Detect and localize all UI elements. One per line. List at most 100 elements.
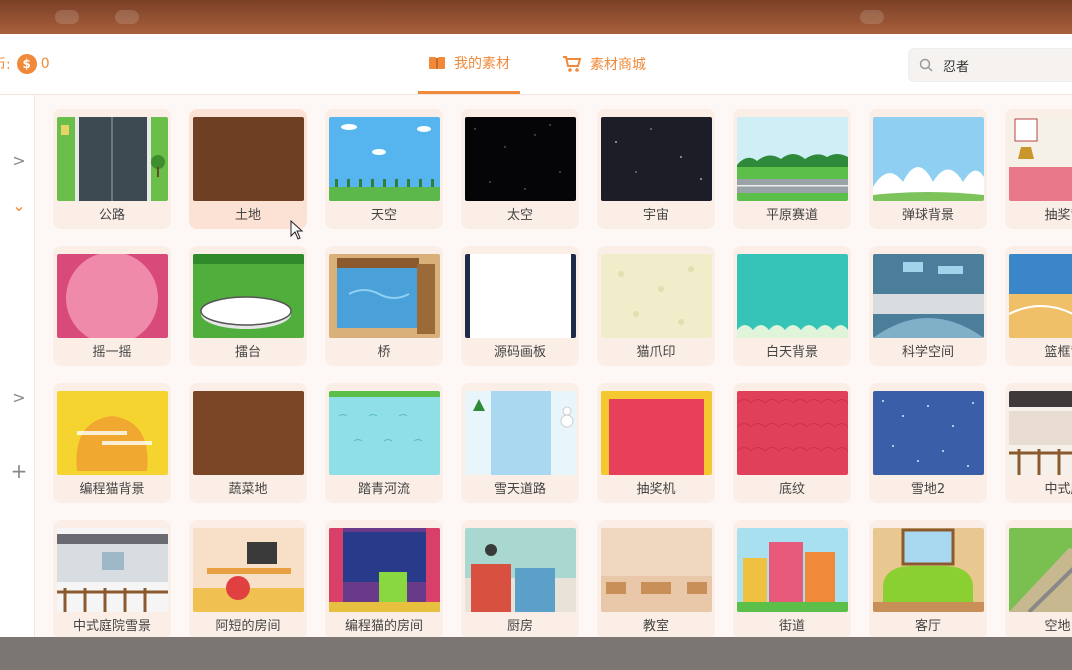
vegetable-field-thumbnail: [193, 391, 304, 475]
material-card[interactable]: 厨房: [461, 520, 579, 637]
coin-label: 币:: [0, 57, 11, 73]
universe-thumbnail: [601, 117, 712, 201]
paw-print-thumbnail: [601, 254, 712, 338]
pattern-thumbnail: [737, 391, 848, 475]
classroom-thumbnail: [601, 528, 712, 612]
tab-material-store[interactable]: 素材商城: [562, 34, 646, 94]
material-card[interactable]: 源码画板: [461, 246, 579, 366]
material-card[interactable]: 摇一摇: [53, 246, 171, 366]
material-label: 擂台: [234, 345, 261, 360]
material-label: 源码画板: [493, 345, 546, 360]
basketball-court-thumbnail: [1009, 254, 1072, 338]
road-thumbnail: [57, 117, 168, 201]
material-card[interactable]: 雪地2: [869, 383, 987, 503]
material-card[interactable]: 雪天道路: [461, 383, 579, 503]
material-label: 雪天道路: [493, 482, 546, 497]
material-card[interactable]: 中式庭院雪景: [53, 520, 171, 637]
kitchen-thumbnail: [465, 528, 576, 612]
material-label: 编程猫的房间: [344, 619, 423, 634]
material-label: 街道: [778, 619, 805, 634]
coin-count: 0: [40, 56, 50, 72]
material-card[interactable]: 天空: [325, 109, 443, 229]
material-label: 编程猫背景: [79, 482, 145, 497]
material-label: 天空: [370, 208, 397, 223]
material-label: 教室: [642, 619, 669, 634]
titlebar-blur: [55, 10, 79, 24]
material-grid: 公路 土地 天空 太空 宇宙 平原赛道 弹球背景 抽奖背 摇一摇 擂台 桥: [35, 95, 1072, 637]
pinball-thumbnail: [873, 117, 984, 201]
material-card[interactable]: 客厅: [869, 520, 987, 637]
search-box[interactable]: [908, 48, 1072, 82]
material-card[interactable]: 阿短的房间: [189, 520, 307, 637]
material-card[interactable]: 白天背景: [733, 246, 851, 366]
material-card[interactable]: 编程猫的房间: [325, 520, 443, 637]
material-card[interactable]: 抽奖背: [1005, 109, 1072, 229]
material-card[interactable]: 公路: [53, 109, 171, 229]
search-icon: [919, 58, 933, 72]
material-label: 中式庭: [1044, 482, 1072, 497]
collapse-chevron-icon[interactable]: ⌄: [10, 197, 28, 215]
material-label: 桥: [377, 345, 391, 360]
codemao-bg-thumbnail: [57, 391, 168, 475]
bridge-thumbnail: [329, 254, 440, 338]
material-card[interactable]: 弹球背景: [869, 109, 987, 229]
lottery-bg-thumbnail: [1009, 117, 1072, 201]
material-card[interactable]: 科学空间: [869, 246, 987, 366]
tab-label: 素材商城: [590, 57, 646, 73]
lottery-machine-thumbnail: [601, 391, 712, 475]
material-label: 科学空间: [901, 345, 954, 360]
material-card[interactable]: 街道: [733, 520, 851, 637]
coin-balance: 币: $ 0: [0, 52, 50, 76]
material-label: 篮框背: [1044, 345, 1072, 360]
material-card[interactable]: 桥: [325, 246, 443, 366]
material-card[interactable]: 教室: [597, 520, 715, 637]
material-card[interactable]: 土地: [189, 109, 307, 229]
tab-my-materials[interactable]: 我的素材: [418, 34, 520, 94]
sidebar: > ⌄ > +: [0, 95, 35, 637]
window-titlebar: [0, 0, 1072, 34]
material-label: 平原赛道: [765, 208, 818, 223]
material-label: 猫爪印: [636, 345, 676, 360]
coin-icon: $: [16, 54, 37, 74]
material-label: 白天背景: [765, 345, 818, 360]
cart-icon: [563, 56, 582, 72]
add-icon[interactable]: +: [10, 461, 28, 481]
expand-chevron-icon[interactable]: >: [10, 389, 28, 407]
snow-road-thumbnail: [465, 391, 576, 475]
material-card[interactable]: 宇宙: [597, 109, 715, 229]
canvas-thumbnail: [465, 254, 576, 338]
material-card[interactable]: 底纹: [733, 383, 851, 503]
chinese-courtyard-thumbnail: [1009, 391, 1072, 475]
material-card[interactable]: 中式庭: [1005, 383, 1072, 503]
street-thumbnail: [737, 528, 848, 612]
science-space-thumbnail: [873, 254, 984, 338]
material-card[interactable]: 篮框背: [1005, 246, 1072, 366]
material-card[interactable]: 抽奖机: [597, 383, 715, 503]
plain-track-thumbnail: [737, 117, 848, 201]
river-thumbnail: [329, 391, 440, 475]
material-label: 抽奖背: [1044, 208, 1072, 223]
material-card[interactable]: 猫爪印: [597, 246, 715, 366]
titlebar-blur: [860, 10, 884, 24]
tab-label: 我的素材: [454, 55, 510, 72]
material-label: 客厅: [914, 619, 941, 634]
sky-thumbnail: [329, 117, 440, 201]
material-card[interactable]: 蔬菜地: [189, 383, 307, 503]
material-label: 弹球背景: [901, 208, 954, 223]
material-label: 雪地2: [910, 482, 946, 497]
material-card[interactable]: 太空: [461, 109, 579, 229]
material-label: 中式庭院雪景: [72, 619, 151, 634]
material-card[interactable]: 空地台: [1005, 520, 1072, 637]
shake-thumbnail: [57, 254, 168, 338]
expand-chevron-icon[interactable]: >: [10, 152, 28, 170]
material-card[interactable]: 编程猫背景: [53, 383, 171, 503]
material-label: 宇宙: [642, 208, 669, 223]
material-card[interactable]: 擂台: [189, 246, 307, 366]
material-card[interactable]: 平原赛道: [733, 109, 851, 229]
material-card[interactable]: 踏青河流: [325, 383, 443, 503]
search-input[interactable]: [941, 56, 1065, 74]
material-label: 厨房: [506, 619, 533, 634]
material-label: 蔬菜地: [228, 482, 268, 497]
daytime-thumbnail: [737, 254, 848, 338]
aduan-room-thumbnail: [193, 528, 304, 612]
